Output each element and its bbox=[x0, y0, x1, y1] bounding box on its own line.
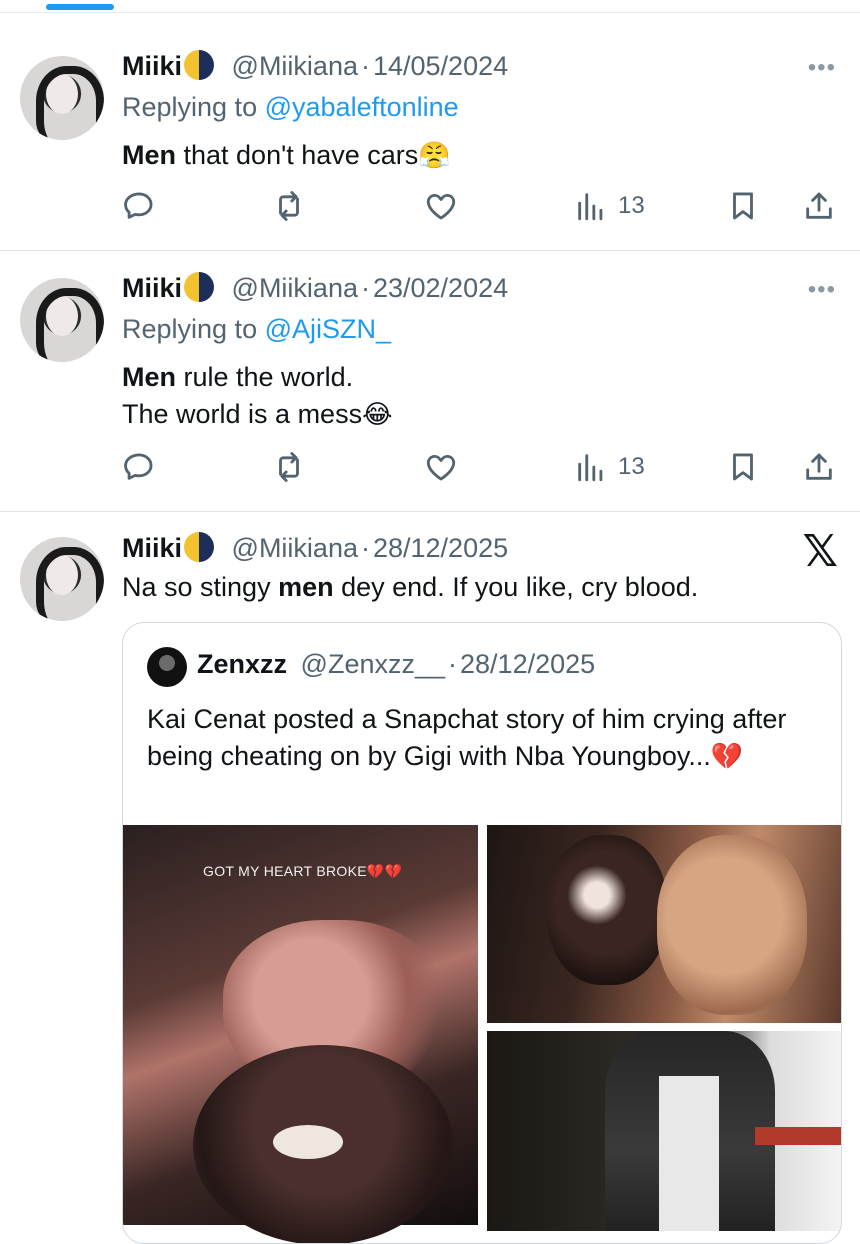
tweet-date[interactable]: 14/05/2024 bbox=[373, 51, 508, 81]
tweet[interactable]: Miiki @Miikiana · 14/05/2024 ••• Replying … bbox=[0, 30, 860, 250]
reply-button[interactable] bbox=[122, 188, 156, 224]
quoted-date[interactable]: 28/12/2025 bbox=[460, 649, 595, 679]
top-tab-bar bbox=[0, 0, 860, 13]
retweet-icon bbox=[279, 452, 299, 482]
replying-to-label: Replying to bbox=[122, 92, 258, 122]
replying-to-label: Replying to bbox=[122, 314, 258, 344]
retweet-button[interactable] bbox=[272, 449, 306, 485]
like-icon bbox=[426, 193, 456, 220]
share-button[interactable] bbox=[802, 449, 836, 485]
image-shirt-shape bbox=[659, 1076, 719, 1231]
action-bar: 13 bbox=[122, 449, 842, 485]
verified-moon-icon bbox=[184, 532, 215, 562]
x-logo-icon: 𝕏 bbox=[802, 526, 838, 577]
tweet-text-bold: men bbox=[278, 572, 334, 602]
media-image-car[interactable] bbox=[487, 1031, 841, 1231]
tweet-text-bold: Men bbox=[122, 140, 176, 170]
image-hand-shape bbox=[567, 865, 627, 925]
replying-to: Replying to @yabaleftonline bbox=[122, 92, 459, 123]
reply-icon bbox=[124, 192, 153, 219]
separator-dot: · bbox=[448, 649, 458, 679]
share-button[interactable] bbox=[802, 188, 836, 224]
quoted-emoji: 💔 bbox=[710, 742, 744, 772]
tweet-text-body: rule the world. bbox=[176, 362, 354, 392]
handle[interactable]: @Miikiana bbox=[232, 273, 358, 303]
quoted-handle[interactable]: @Zenxzz__ bbox=[301, 649, 445, 679]
tweet-text: Men rule the world. The world is a mess😂 bbox=[122, 359, 392, 434]
tweet-text-line-1: Men rule the world. bbox=[122, 359, 392, 396]
tweet-text-line2: The world is a mess bbox=[122, 399, 363, 429]
media-image-couple[interactable] bbox=[487, 825, 841, 1023]
tweet-text-pre: Na so stingy bbox=[122, 572, 279, 602]
replying-to: Replying to @AjiSZN_ bbox=[122, 314, 391, 345]
retweet-icon bbox=[279, 191, 299, 221]
avatar[interactable] bbox=[20, 278, 104, 362]
more-icon[interactable]: ••• bbox=[808, 276, 836, 304]
separator-dot: · bbox=[360, 533, 370, 563]
bookmark-button[interactable] bbox=[726, 449, 760, 485]
display-name[interactable]: Miiki bbox=[122, 51, 182, 81]
handle[interactable]: @Miikiana bbox=[232, 533, 358, 563]
bookmark-icon bbox=[733, 453, 753, 481]
bookmark-button[interactable] bbox=[726, 188, 760, 224]
share-icon bbox=[806, 192, 832, 219]
image-taillight-shape bbox=[755, 1127, 841, 1145]
tweet-date[interactable]: 28/12/2025 bbox=[373, 533, 508, 563]
active-tab-indicator bbox=[46, 4, 114, 10]
quoted-text: Kai Cenat posted a Snapchat story of him… bbox=[147, 701, 817, 776]
media-image-crying[interactable]: GOT MY HEART BROKE💔💔 bbox=[123, 825, 478, 1243]
replying-to-link[interactable]: @AjiSZN_ bbox=[265, 314, 391, 344]
bookmark-icon bbox=[733, 192, 753, 220]
tweet-header: Miiki @Miikiana · 14/05/2024 bbox=[122, 50, 508, 82]
views-count: 13 bbox=[618, 453, 645, 480]
replying-to-link[interactable]: @yabaleftonline bbox=[265, 92, 459, 122]
handle[interactable]: @Miikiana bbox=[232, 51, 358, 81]
quoted-text-body: Kai Cenat posted a Snapchat story of him… bbox=[147, 704, 787, 771]
avatar[interactable] bbox=[20, 56, 104, 140]
avatar[interactable] bbox=[20, 537, 104, 621]
like-button[interactable] bbox=[424, 188, 458, 224]
views-count: 13 bbox=[618, 192, 645, 219]
retweet-button[interactable] bbox=[272, 188, 306, 224]
reply-button[interactable] bbox=[122, 449, 156, 485]
views-button[interactable]: 13 bbox=[574, 449, 645, 485]
tweet-text-line-2: The world is a mess😂 bbox=[122, 396, 392, 434]
separator-dot: · bbox=[360, 51, 370, 81]
quoted-header: Zenxzz @Zenxzz__ · 28/12/2025 bbox=[197, 649, 595, 680]
separator-dot: · bbox=[360, 273, 370, 303]
verified-moon-icon bbox=[184, 272, 215, 302]
snap-caption: GOT MY HEART BROKE💔💔 bbox=[203, 863, 403, 879]
views-icon bbox=[578, 454, 603, 482]
divider bbox=[0, 250, 860, 251]
tweet-text: Na so stingy men dey end. If you like, c… bbox=[122, 569, 698, 606]
share-icon bbox=[806, 453, 832, 480]
quoted-tweet[interactable]: Zenxzz @Zenxzz__ · 28/12/2025 Kai Cenat po… bbox=[122, 622, 842, 1244]
quoted-avatar[interactable] bbox=[147, 647, 187, 687]
tweet-text-body: that don't have cars bbox=[176, 140, 419, 170]
display-name[interactable]: Miiki bbox=[122, 273, 182, 303]
views-icon bbox=[578, 193, 603, 221]
image-face-shape bbox=[657, 835, 807, 1015]
tweet-header: Miiki @Miikiana · 23/02/2024 bbox=[122, 272, 508, 304]
tweet[interactable]: Miiki @Miikiana · 23/02/2024 ••• Replying … bbox=[0, 252, 860, 510]
like-icon bbox=[426, 454, 456, 481]
image-mouth-shape bbox=[273, 1125, 343, 1159]
views-button[interactable]: 13 bbox=[574, 188, 645, 224]
tweet-text-bold: Men bbox=[122, 362, 176, 392]
display-name[interactable]: Miiki bbox=[122, 533, 182, 563]
action-bar: 13 bbox=[122, 188, 842, 224]
tweet-emoji: 😂 bbox=[362, 400, 393, 430]
quoted-display-name[interactable]: Zenxzz bbox=[197, 649, 287, 679]
tweet-text: Men that don't have cars😤 bbox=[122, 137, 451, 175]
tweet-emoji: 😤 bbox=[418, 141, 451, 171]
more-icon[interactable]: ••• bbox=[808, 54, 836, 82]
tweet-text-body: dey end. If you like, cry blood. bbox=[333, 572, 699, 602]
verified-moon-icon bbox=[184, 50, 215, 80]
reply-icon bbox=[124, 453, 153, 480]
tweet-date[interactable]: 23/02/2024 bbox=[373, 273, 508, 303]
tweet-header: Miiki @Miikiana · 28/12/2025 bbox=[122, 532, 508, 564]
like-button[interactable] bbox=[424, 449, 458, 485]
